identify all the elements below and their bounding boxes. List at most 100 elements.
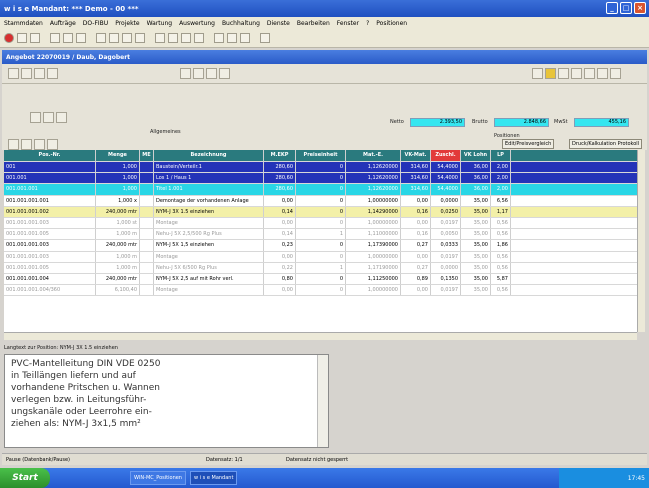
cell-me[interactable]	[140, 251, 154, 262]
menu-do-fibu[interactable]: DO-FIBU	[83, 20, 108, 27]
cell-lp[interactable]: 0,56	[491, 251, 511, 262]
cell-bez[interactable]: Demontage der vorhandenen Anlage	[154, 195, 264, 206]
cell-bez[interactable]: NYM-J 3X 1.5 einziehen	[154, 206, 264, 217]
prev-icon[interactable]	[21, 68, 32, 79]
fax-icon[interactable]	[597, 68, 608, 79]
cell-vkl[interactable]: 35,00	[461, 206, 491, 217]
cell-lp[interactable]: 1,17	[491, 206, 511, 217]
cell-mat[interactable]: 1,11000000	[346, 229, 401, 240]
col-vk-lohn[interactable]: VK Lohn	[461, 150, 491, 161]
cell-menge[interactable]: 1,000	[96, 162, 140, 173]
cell-lp[interactable]: 6,56	[491, 195, 511, 206]
cell-ekp[interactable]: 0,14	[264, 206, 296, 217]
menu-dienste[interactable]: Dienste	[267, 20, 290, 27]
cell-vkl[interactable]: 35,00	[461, 285, 491, 296]
list-icon[interactable]	[63, 33, 73, 43]
last-icon[interactable]	[47, 68, 58, 79]
cell-me[interactable]	[140, 273, 154, 285]
edit-prices-button[interactable]: Edit/Preisvergleich	[502, 139, 555, 149]
calc-icon[interactable]	[214, 33, 224, 43]
cell-bez[interactable]: Nehu-J 5X 6/500 Rg Plus	[154, 262, 264, 273]
table-row[interactable]: 001.001.001.005 1,000 m Nehu-J 5X 6/500 Rg…	[4, 262, 637, 274]
start-button[interactable]: Start	[0, 468, 50, 488]
cell-lp[interactable]: 0,56	[491, 262, 511, 273]
cell-me[interactable]	[140, 229, 154, 240]
insert-row-icon[interactable]	[21, 139, 32, 150]
cell-vkm[interactable]: 0,00	[401, 285, 431, 296]
cell-zus[interactable]: 0,0197	[431, 251, 461, 262]
cell-me[interactable]	[140, 184, 154, 195]
level-icon[interactable]	[47, 139, 58, 150]
cell-mat[interactable]: 1,14290000	[346, 206, 401, 217]
cell-pe[interactable]: 0	[296, 162, 346, 173]
cell-me[interactable]	[140, 206, 154, 217]
cell-bez[interactable]: Montage	[154, 285, 264, 296]
cell-pos[interactable]: 001.001.001.005	[4, 229, 96, 240]
cell-vkm[interactable]: 0,89	[401, 273, 431, 285]
filter-icon[interactable]	[227, 33, 237, 43]
cell-vkm[interactable]: 314,60	[401, 173, 431, 184]
menu-bearbeiten[interactable]: Bearbeiten	[297, 20, 330, 27]
cell-pe[interactable]: 0	[296, 206, 346, 217]
cell-pe[interactable]: 0	[296, 251, 346, 262]
cell-lp[interactable]: 0,56	[491, 229, 511, 240]
delete-row-icon[interactable]	[34, 139, 45, 150]
view-grid-icon[interactable]	[30, 112, 41, 123]
maximize-icon[interactable]: □	[620, 2, 632, 14]
cell-mat[interactable]: 1,12620000	[346, 162, 401, 173]
cell-me[interactable]	[140, 217, 154, 229]
menu-stammdaten[interactable]: Stammdaten	[4, 20, 43, 27]
cell-ekp[interactable]: 0,00	[264, 195, 296, 206]
menu-fenster[interactable]: Fenster	[337, 20, 359, 27]
col-preiseinheit[interactable]: Preiseinheit	[296, 150, 346, 161]
cell-menge[interactable]: 1,000 m	[96, 262, 140, 273]
redo-icon[interactable]	[193, 68, 204, 79]
cell-vkm[interactable]: 0,27	[401, 240, 431, 251]
delete-record-icon[interactable]	[219, 68, 230, 79]
cell-menge[interactable]: 240,000 mtr	[96, 273, 140, 285]
cell-mat[interactable]: 1,12620000	[346, 184, 401, 195]
table-row[interactable]: 001 1,000 Baustein/Verteilr.1 280,60 0 1,1262…	[4, 162, 637, 174]
cell-menge[interactable]: 240,000 mtr	[96, 240, 140, 251]
cell-menge[interactable]: 1,000	[96, 173, 140, 184]
col-vk-mat[interactable]: VK-Mat.	[401, 150, 431, 161]
col-bezeichnung[interactable]: Bezeichnung	[154, 150, 264, 161]
cell-mat[interactable]: 1,00000000	[346, 217, 401, 229]
close-icon[interactable]: ×	[634, 2, 646, 14]
refresh-icon[interactable]	[206, 68, 217, 79]
cell-ekp[interactable]: 280,60	[264, 173, 296, 184]
cell-lp[interactable]: 0,56	[491, 285, 511, 296]
print-calculation-button[interactable]: Druck/Kalkulation Protokoll	[569, 139, 643, 149]
minimize-icon[interactable]: _	[606, 2, 618, 14]
col-me[interactable]: ME	[140, 150, 154, 161]
col-menge[interactable]: Menge	[96, 150, 140, 161]
cell-zus[interactable]: 54,4000	[431, 173, 461, 184]
cell-mat[interactable]: 1,17190000	[346, 262, 401, 273]
col-mat[interactable]: Mat.-E.	[346, 150, 401, 161]
cell-me[interactable]	[140, 195, 154, 206]
cell-lp[interactable]: 5,87	[491, 273, 511, 285]
cell-zus[interactable]: 0,0000	[431, 195, 461, 206]
cell-pe[interactable]: 0	[296, 285, 346, 296]
cell-zus[interactable]: 54,4000	[431, 162, 461, 173]
cell-vkm[interactable]: 0,27	[401, 262, 431, 273]
save-icon[interactable]	[17, 33, 27, 43]
cell-me[interactable]	[140, 240, 154, 251]
view-form-icon[interactable]	[43, 112, 54, 123]
export-icon[interactable]	[260, 33, 270, 43]
cell-menge[interactable]: 1,000 m	[96, 229, 140, 240]
first-record-icon[interactable]	[96, 33, 106, 43]
grid-icon[interactable]	[50, 33, 60, 43]
cell-pe[interactable]: 0	[296, 240, 346, 251]
zoom-icon[interactable]	[610, 68, 621, 79]
cell-lp[interactable]: 2,00	[491, 173, 511, 184]
first-icon[interactable]	[8, 68, 19, 79]
delete-icon[interactable]	[181, 33, 191, 43]
cell-pos[interactable]: 001.001.001.005	[4, 262, 96, 273]
table-horizontal-scrollbar[interactable]	[4, 332, 637, 340]
cell-bez[interactable]: NYM-J 5X 2,5 auf mit Rohr verl.	[154, 273, 264, 285]
cell-pe[interactable]: 0	[296, 173, 346, 184]
undo-icon[interactable]	[180, 68, 191, 79]
col-pos[interactable]: Pos.-Nr.	[4, 150, 96, 161]
cell-mat[interactable]: 1,17390000	[346, 240, 401, 251]
